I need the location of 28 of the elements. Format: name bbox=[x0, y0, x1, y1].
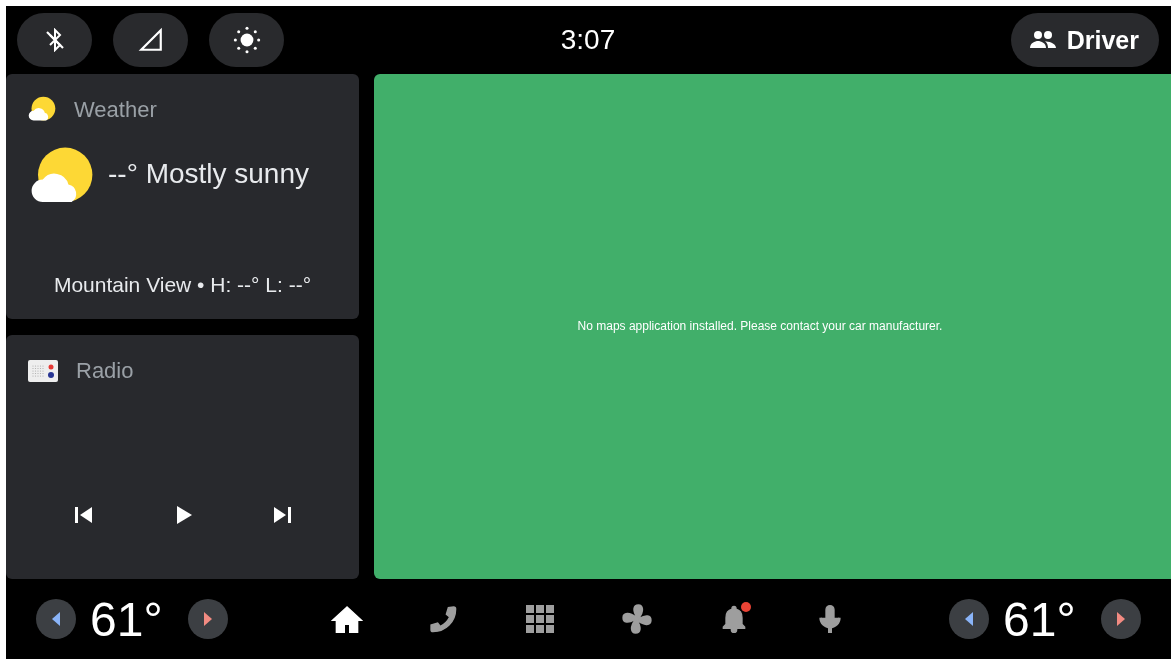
temperature: 61° bbox=[90, 591, 164, 647]
right-arrow-icon bbox=[202, 611, 214, 627]
left-arrow-icon bbox=[50, 611, 62, 627]
bluetooth-button[interactable] bbox=[17, 13, 92, 67]
decrease-temperature-button[interactable] bbox=[36, 599, 76, 639]
profile-button[interactable]: Driver bbox=[1010, 13, 1159, 67]
signal-icon bbox=[137, 27, 164, 53]
notification-dot bbox=[740, 602, 751, 612]
increase-temperature-button[interactable] bbox=[1101, 599, 1141, 639]
partly-sunny-icon bbox=[28, 96, 56, 124]
right-arrow-icon bbox=[1115, 611, 1127, 627]
people-icon bbox=[1028, 30, 1057, 50]
weather-condition: --° Mostly sunny bbox=[108, 158, 310, 190]
clock: 3:07 bbox=[560, 24, 616, 56]
fan-icon bbox=[620, 603, 653, 635]
card-title: Weather bbox=[74, 97, 157, 123]
brightness-button[interactable] bbox=[209, 13, 284, 67]
temperature: 61° bbox=[1003, 591, 1077, 647]
radio-icon bbox=[28, 359, 58, 382]
decrease-temperature-button[interactable] bbox=[949, 599, 989, 639]
left-arrow-icon bbox=[963, 611, 975, 627]
weather-details: Mountain View • H: --° L: --° bbox=[52, 272, 313, 297]
brightness-icon bbox=[232, 26, 261, 54]
signal-button[interactable] bbox=[113, 13, 188, 67]
apps-grid-icon bbox=[524, 603, 557, 635]
card-title: Radio bbox=[76, 357, 134, 384]
map-message: No maps application installed. Please contact your car manufacturer. bbox=[577, 318, 943, 333]
increase-temperature-button[interactable] bbox=[188, 599, 228, 639]
